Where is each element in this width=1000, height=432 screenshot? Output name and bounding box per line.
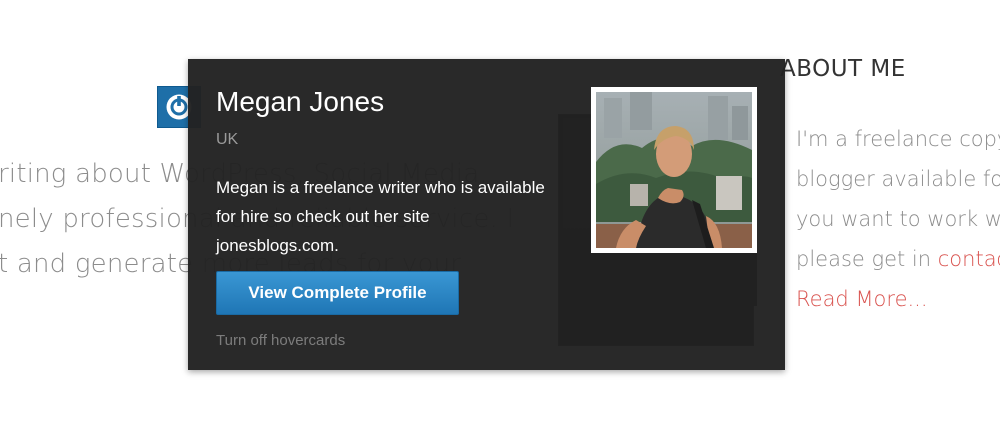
about-text-line: you want to work w <box>796 207 1000 231</box>
contact-link[interactable]: contac <box>938 247 1000 271</box>
profile-location: UK <box>216 131 239 148</box>
about-text-line: blogger available fo <box>796 167 1000 191</box>
view-complete-profile-button[interactable]: View Complete Profile <box>216 271 459 315</box>
about-text-line: I'm a freelance copy <box>796 127 1000 151</box>
read-more-link[interactable]: Read More... <box>796 287 928 311</box>
avatar-photo <box>596 92 752 248</box>
turn-off-hovercards-link[interactable]: Turn off hovercards <box>216 332 345 349</box>
about-text-fragment: please get in <box>796 247 938 271</box>
profile-hovercard: Megan Jones UK Megan is a freelance writ… <box>188 59 785 370</box>
about-me-heading: ABOUT ME <box>780 56 906 82</box>
profile-bio: Megan is a freelance writer who is avail… <box>216 178 545 255</box>
avatar[interactable] <box>591 87 757 253</box>
about-text-line: please get in contac <box>796 247 1000 271</box>
profile-name: Megan Jones <box>216 86 385 117</box>
